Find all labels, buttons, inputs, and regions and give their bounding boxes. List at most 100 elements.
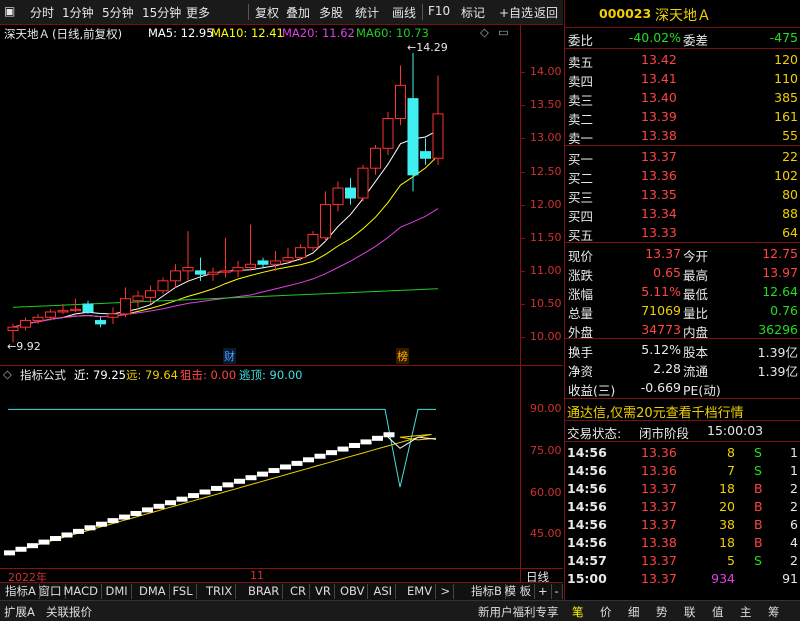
quote-tab-1[interactable]: 价: [600, 604, 612, 620]
near-bar: [360, 439, 372, 445]
stat-row: 总量 71069 量比 0.76: [568, 303, 798, 321]
stat-row: 涨幅 5.11% 最低 12.64: [568, 284, 798, 302]
bid-row[interactable]: 买五 13.33 64: [565, 224, 800, 243]
low-price-annotation: ←9.92: [7, 340, 41, 353]
indicator-tab-12[interactable]: EMV: [404, 584, 437, 599]
status-strip: 扩展A 关联报价 新用户福利专享 笔价细势联值主筹: [0, 600, 800, 621]
candle-body: [220, 270, 231, 273]
quote-panel: 000023 深天地Ａ 委比 -40.02% 委差 -475 卖五 13.42 12…: [564, 0, 800, 600]
indicator-tab-11[interactable]: ASI: [371, 584, 397, 599]
indicator-tab-2[interactable]: MACD: [61, 584, 102, 599]
near-bar: [372, 435, 383, 441]
bid-row[interactable]: 买三 13.35 80: [565, 186, 800, 205]
candle-body: [57, 310, 69, 313]
quote-tab-3[interactable]: 势: [656, 604, 668, 620]
candle-body: [32, 316, 44, 322]
time-axis: 2022年 11 日线: [0, 568, 563, 584]
price-tick-label: 10.00: [530, 330, 562, 344]
quote-tab-6[interactable]: 主: [740, 604, 752, 620]
ask-row[interactable]: 卖二 13.39 161: [565, 108, 800, 127]
toolbar-stats-button[interactable]: 统计: [355, 4, 379, 21]
candle-body: [95, 320, 106, 325]
level-volume: 110: [774, 71, 798, 86]
price-tick-label: 14.00: [530, 65, 562, 79]
expand-a-button[interactable]: 扩展A: [4, 604, 35, 620]
level-price: 13.34: [641, 206, 677, 221]
quote-tab-4[interactable]: 联: [684, 604, 696, 620]
ask-row[interactable]: 卖一 13.38 55: [565, 127, 800, 146]
bid-row[interactable]: 买一 13.37 22: [565, 148, 800, 167]
finance-marker[interactable]: 财: [223, 348, 236, 364]
indicator-chart[interactable]: [0, 382, 520, 568]
candle-body: [432, 113, 444, 159]
near-bar: [84, 525, 96, 531]
level-volume: 161: [774, 109, 798, 124]
quote-tab-7[interactable]: 筹: [768, 604, 780, 620]
ask-row[interactable]: 卖四 13.41 110: [565, 70, 800, 89]
candle-body: [7, 326, 19, 331]
fundamental-row: 收益(三) -0.669 PE(动): [568, 380, 721, 398]
toolbar-1min-button[interactable]: 1分钟: [62, 4, 94, 21]
toolbar-more-button[interactable]: 更多: [186, 4, 210, 21]
near-bar: [176, 496, 188, 502]
bid-row[interactable]: 买四 13.34 88: [565, 205, 800, 224]
toolbar-f10-button[interactable]: F10: [428, 4, 450, 18]
toolbar-15min-button[interactable]: 15分钟: [142, 4, 181, 21]
indicator-tab-3[interactable]: DMI: [103, 584, 132, 599]
order-ratio-row: 委比 -40.02% 委差 -475: [568, 30, 798, 48]
indicator-name: 指标公式: [20, 368, 66, 382]
indicator-settings-icon[interactable]: ◇: [3, 367, 12, 381]
price-tick-label: 13.50: [530, 98, 562, 112]
quote-tab-5[interactable]: 值: [712, 604, 724, 620]
indicator-tab-17[interactable]: -: [552, 584, 563, 599]
near-bar: [188, 493, 199, 499]
indicator-tab-7[interactable]: BRAR: [245, 584, 284, 599]
toolbar-overlay-button[interactable]: 叠加: [286, 4, 310, 21]
indicator-tab-4[interactable]: DMA: [136, 584, 170, 599]
new-user-promo[interactable]: 新用户福利专享: [478, 604, 559, 620]
indicator-tab-13[interactable]: >: [438, 584, 455, 599]
toolbar-multi-stock-button[interactable]: 多股: [319, 4, 343, 21]
stock-name: 深天地Ａ: [655, 8, 711, 24]
indicator-tab-10[interactable]: OBV: [337, 584, 369, 599]
indicator-tab-0[interactable]: 指标A: [2, 584, 40, 599]
tick-row: 14:56 13.38 18 B 4: [567, 535, 798, 550]
level-label: 买三: [568, 190, 594, 205]
toolbar-mark-button[interactable]: 标记: [461, 4, 485, 21]
quote-tab-0[interactable]: 笔: [572, 604, 584, 620]
toolbar-adjust-button[interactable]: 复权: [255, 4, 279, 21]
near-bar: [280, 464, 291, 470]
tick-row: 15:00 13.37 934 91: [567, 571, 798, 586]
bid-row[interactable]: 买二 13.36 102: [565, 167, 800, 186]
indicator-tab-6[interactable]: TRIX: [203, 584, 237, 599]
trade-status-row: 交易状态: 闭市阶段 15:00:03: [567, 423, 764, 441]
indicator-tab-8[interactable]: CR: [287, 584, 311, 599]
near-bar: [61, 532, 73, 538]
ranking-marker[interactable]: 榜: [396, 348, 409, 364]
toolbar-timeshare-button[interactable]: 分时: [30, 4, 54, 21]
toolbar-draw-line-button[interactable]: 画线: [392, 4, 416, 21]
indicator-tab-15[interactable]: 模 板: [502, 584, 536, 599]
chart-right-border: [520, 25, 521, 582]
toolbar-add-favorite-button[interactable]: +自选: [499, 4, 533, 21]
quote-tab-2[interactable]: 细: [628, 604, 640, 620]
candle-body: [107, 313, 119, 318]
candle-body: [295, 247, 306, 259]
near-bar: [27, 543, 38, 549]
indicator-tab-5[interactable]: FSL: [170, 584, 197, 599]
candlestick-chart[interactable]: [0, 25, 520, 365]
tick-row: 14:56 13.36 7 S 1: [567, 463, 798, 478]
app-menu-icon[interactable]: ▣: [4, 4, 15, 18]
level2-promo[interactable]: 通达信,仅需20元查看千档行情: [565, 401, 800, 421]
indicator-tab-14[interactable]: 指标B: [468, 584, 506, 599]
ask-row[interactable]: 卖三 13.40 385: [565, 89, 800, 108]
related-quote-button[interactable]: 关联报价: [46, 604, 92, 620]
toolbar-5min-button[interactable]: 5分钟: [102, 4, 134, 21]
price-tick-label: 10.50: [530, 297, 562, 310]
indicator-tab-16[interactable]: +: [535, 584, 552, 599]
stat-row: 外盘 34773 内盘 36296: [568, 322, 798, 340]
toolbar-back-button[interactable]: 返回: [534, 4, 558, 21]
level-label: 买四: [568, 209, 594, 224]
ask-row[interactable]: 卖五 13.42 120: [565, 51, 800, 70]
indicator-tab-9[interactable]: VR: [312, 584, 335, 599]
